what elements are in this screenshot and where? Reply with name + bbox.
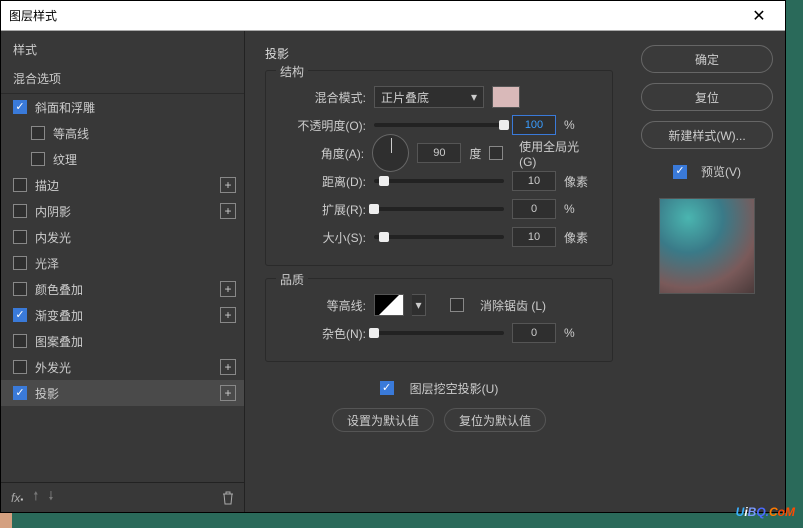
knockout-checkbox[interactable] bbox=[380, 381, 394, 395]
style-item-11[interactable]: 投影+ bbox=[1, 380, 244, 406]
right-panel: 确定 复位 新建样式(W)... 预览(V) bbox=[629, 31, 785, 512]
add-effect-icon[interactable]: + bbox=[220, 359, 236, 375]
style-item-6[interactable]: 光泽 bbox=[1, 250, 244, 276]
style-checkbox[interactable] bbox=[31, 126, 45, 140]
sidebar-subheader[interactable]: 混合选项 bbox=[1, 64, 244, 94]
add-effect-icon[interactable]: + bbox=[220, 203, 236, 219]
style-checkbox[interactable] bbox=[13, 386, 27, 400]
style-checkbox[interactable] bbox=[13, 178, 27, 192]
noise-slider[interactable] bbox=[374, 331, 504, 335]
style-item-7[interactable]: 颜色叠加+ bbox=[1, 276, 244, 302]
layer-style-dialog: 图层样式 ✕ 样式 混合选项 斜面和浮雕等高线纹理描边+内阴影+内发光光泽颜色叠… bbox=[0, 0, 786, 513]
distance-label: 距离(D): bbox=[280, 173, 366, 190]
style-checkbox[interactable] bbox=[31, 152, 45, 166]
knockout-label: 图层挖空投影(U) bbox=[410, 380, 499, 397]
style-checkbox[interactable] bbox=[13, 230, 27, 244]
style-checkbox[interactable] bbox=[13, 308, 27, 322]
style-item-4[interactable]: 内阴影+ bbox=[1, 198, 244, 224]
style-label: 纹理 bbox=[53, 151, 236, 168]
contour-dropdown[interactable]: ▾ bbox=[412, 294, 426, 316]
preview-checkbox[interactable] bbox=[673, 165, 687, 179]
style-label: 斜面和浮雕 bbox=[35, 99, 236, 116]
opacity-slider[interactable] bbox=[374, 123, 504, 127]
style-item-3[interactable]: 描边+ bbox=[1, 172, 244, 198]
style-item-0[interactable]: 斜面和浮雕 bbox=[1, 94, 244, 120]
style-label: 渐变叠加 bbox=[35, 307, 220, 324]
global-light-label: 使用全局光 (G) bbox=[519, 138, 598, 169]
cancel-button[interactable]: 复位 bbox=[641, 83, 773, 111]
panel-title: 投影 bbox=[265, 45, 613, 62]
reset-default-button[interactable]: 复位为默认值 bbox=[444, 408, 546, 432]
settings-panel: 投影 结构 混合模式: 正片叠底▾ 不透明度(O): % 角度(A): bbox=[245, 31, 629, 512]
watermark: UiBQ.CoM bbox=[736, 499, 795, 522]
style-checkbox[interactable] bbox=[13, 282, 27, 296]
trash-icon[interactable] bbox=[222, 491, 234, 505]
blend-mode-label: 混合模式: bbox=[280, 89, 366, 106]
style-item-10[interactable]: 外发光+ bbox=[1, 354, 244, 380]
style-item-8[interactable]: 渐变叠加+ bbox=[1, 302, 244, 328]
opacity-input[interactable] bbox=[512, 115, 556, 135]
style-item-2[interactable]: 纹理 bbox=[1, 146, 244, 172]
style-label: 图案叠加 bbox=[35, 333, 236, 350]
group-title-structure: 结构 bbox=[276, 63, 308, 80]
add-effect-icon[interactable]: + bbox=[220, 385, 236, 401]
style-label: 内发光 bbox=[35, 229, 236, 246]
up-arrow-icon[interactable]: 🠕 bbox=[33, 487, 38, 508]
add-effect-icon[interactable]: + bbox=[220, 177, 236, 193]
group-title-quality: 品质 bbox=[276, 271, 308, 288]
size-label: 大小(S): bbox=[280, 229, 366, 246]
style-label: 内阴影 bbox=[35, 203, 220, 220]
size-input[interactable] bbox=[512, 227, 556, 247]
chevron-down-icon: ▾ bbox=[471, 90, 477, 104]
blend-mode-select[interactable]: 正片叠底▾ bbox=[374, 86, 484, 108]
fx-icon[interactable]: fx▪ bbox=[11, 491, 23, 505]
titlebar: 图层样式 ✕ bbox=[1, 1, 785, 31]
antialias-label: 消除锯齿 (L) bbox=[480, 297, 546, 314]
style-checkbox[interactable] bbox=[13, 334, 27, 348]
style-item-9[interactable]: 图案叠加 bbox=[1, 328, 244, 354]
style-label: 投影 bbox=[35, 385, 220, 402]
style-label: 描边 bbox=[35, 177, 220, 194]
style-item-5[interactable]: 内发光 bbox=[1, 224, 244, 250]
close-button[interactable]: ✕ bbox=[741, 2, 777, 30]
new-style-button[interactable]: 新建样式(W)... bbox=[641, 121, 773, 149]
add-effect-icon[interactable]: + bbox=[220, 281, 236, 297]
style-label: 颜色叠加 bbox=[35, 281, 220, 298]
styles-sidebar: 样式 混合选项 斜面和浮雕等高线纹理描边+内阴影+内发光光泽颜色叠加+渐变叠加+… bbox=[1, 31, 245, 512]
size-slider[interactable] bbox=[374, 235, 504, 239]
contour-picker[interactable] bbox=[374, 294, 404, 316]
style-checkbox[interactable] bbox=[13, 256, 27, 270]
color-swatch[interactable] bbox=[492, 86, 520, 108]
add-effect-icon[interactable]: + bbox=[220, 307, 236, 323]
opacity-label: 不透明度(O): bbox=[280, 117, 366, 134]
spread-label: 扩展(R): bbox=[280, 201, 366, 218]
style-checkbox[interactable] bbox=[13, 100, 27, 114]
structure-group: 结构 混合模式: 正片叠底▾ 不透明度(O): % 角度(A): 度 bbox=[265, 70, 613, 266]
global-light-checkbox[interactable] bbox=[489, 146, 503, 160]
sidebar-header: 样式 bbox=[1, 31, 244, 64]
noise-input[interactable] bbox=[512, 323, 556, 343]
style-checkbox[interactable] bbox=[13, 360, 27, 374]
angle-label: 角度(A): bbox=[280, 145, 364, 162]
style-label: 光泽 bbox=[35, 255, 236, 272]
spread-input[interactable] bbox=[512, 199, 556, 219]
style-checkbox[interactable] bbox=[13, 204, 27, 218]
quality-group: 品质 等高线: ▾ 消除锯齿 (L) 杂色(N): % bbox=[265, 278, 613, 362]
make-default-button[interactable]: 设置为默认值 bbox=[332, 408, 434, 432]
distance-slider[interactable] bbox=[374, 179, 504, 183]
antialias-checkbox[interactable] bbox=[450, 298, 464, 312]
angle-input[interactable] bbox=[417, 143, 461, 163]
contour-label: 等高线: bbox=[280, 297, 366, 314]
down-arrow-icon[interactable]: 🠗 bbox=[48, 487, 53, 508]
noise-label: 杂色(N): bbox=[280, 325, 366, 342]
preview-label: 预览(V) bbox=[701, 163, 741, 180]
ok-button[interactable]: 确定 bbox=[641, 45, 773, 73]
style-label: 等高线 bbox=[53, 125, 236, 142]
style-label: 外发光 bbox=[35, 359, 220, 376]
preview-swatch bbox=[659, 198, 755, 294]
dialog-title: 图层样式 bbox=[9, 7, 57, 24]
style-item-1[interactable]: 等高线 bbox=[1, 120, 244, 146]
distance-input[interactable] bbox=[512, 171, 556, 191]
spread-slider[interactable] bbox=[374, 207, 504, 211]
